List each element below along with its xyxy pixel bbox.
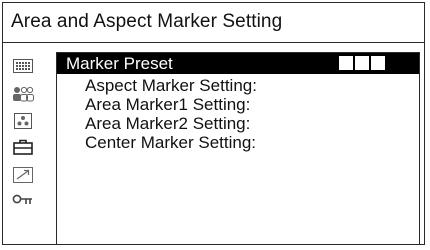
menu-grid-icon[interactable] bbox=[12, 58, 34, 74]
value-square bbox=[371, 56, 385, 70]
value-square bbox=[355, 56, 369, 70]
menu-item-center-marker[interactable]: Center Marker Setting: bbox=[85, 133, 256, 152]
briefcase-icon[interactable] bbox=[12, 139, 34, 155]
key-icon[interactable] bbox=[12, 192, 34, 208]
menu-item-area-marker1[interactable]: Area Marker1 Setting: bbox=[85, 95, 250, 114]
menu-item-aspect-marker[interactable]: Aspect Marker Setting: bbox=[85, 76, 257, 95]
title-divider bbox=[3, 42, 424, 43]
value-square bbox=[339, 56, 353, 70]
marker-preset-value bbox=[339, 56, 385, 71]
marker-preset-label: Marker Preset bbox=[66, 54, 173, 73]
settings-window: Area and Aspect Marker Setting Marker Pr… bbox=[2, 2, 425, 245]
menu-panel: Marker Preset Aspect Marker Setting: Are… bbox=[56, 52, 420, 245]
trend-arrow-icon[interactable] bbox=[12, 167, 34, 183]
menu-item-area-marker2[interactable]: Area Marker2 Setting: bbox=[85, 114, 250, 133]
image-settings-icon[interactable] bbox=[12, 113, 34, 129]
window-title: Area and Aspect Marker Setting bbox=[11, 11, 283, 32]
menu-item-marker-preset[interactable]: Marker Preset bbox=[57, 53, 419, 74]
users-icon[interactable] bbox=[12, 86, 34, 102]
